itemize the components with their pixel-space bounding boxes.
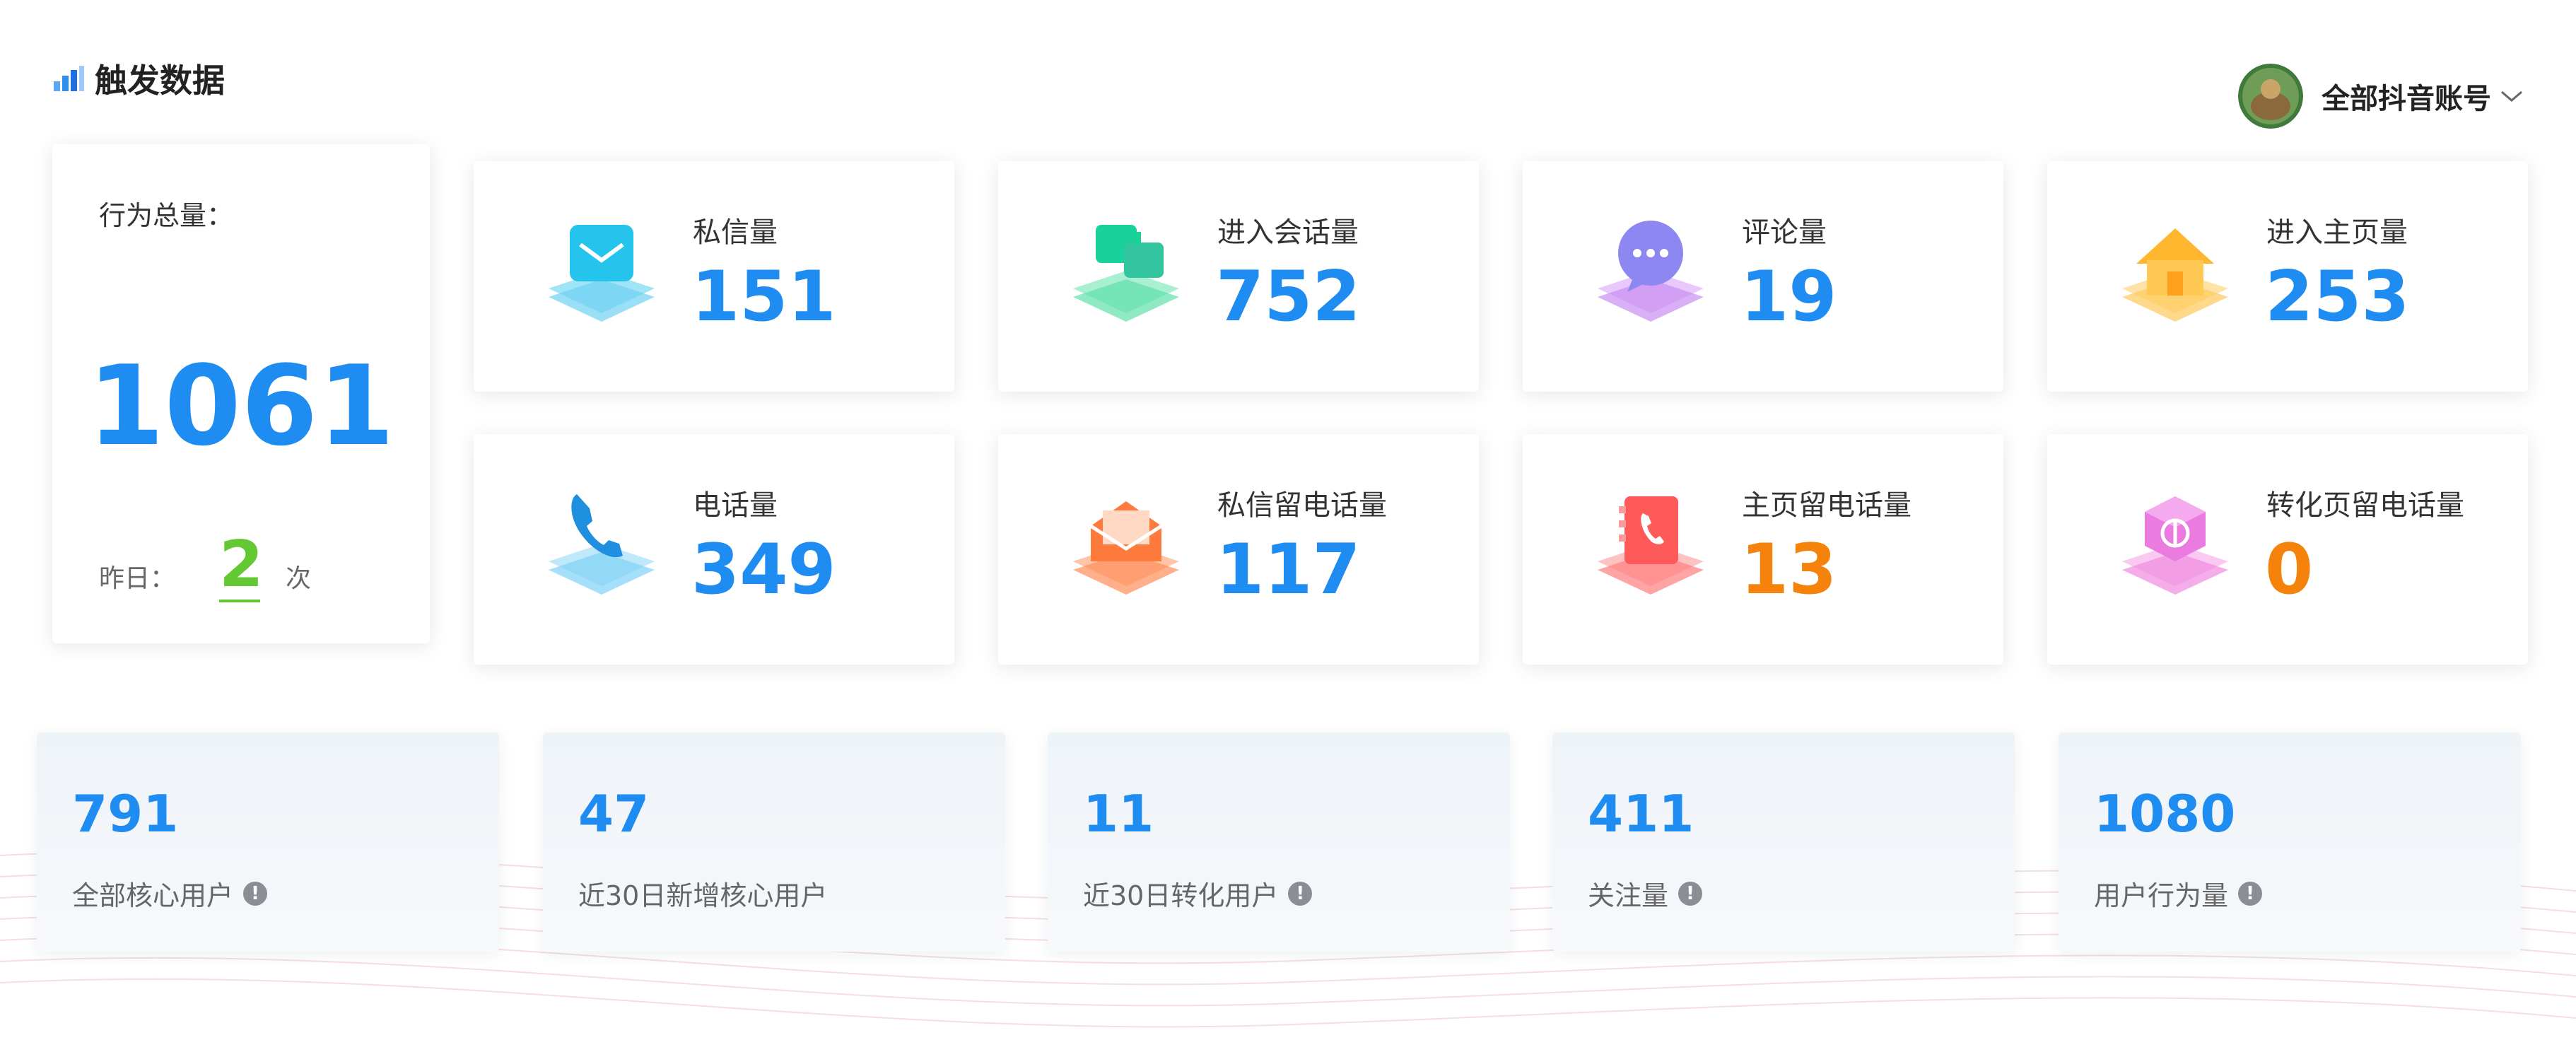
stat-label-row: 用户行为量 !	[2094, 874, 2263, 913]
stat-card-all-core-users[interactable]: 791 全部核心用户 !	[37, 732, 499, 952]
chat-bubbles-icon	[1073, 225, 1179, 322]
home-icon	[2122, 228, 2228, 322]
stat-value: 11	[1083, 784, 1154, 843]
metric-card-private-message[interactable]: 私信量 151	[474, 161, 954, 392]
total-label: 行为总量：	[99, 200, 234, 231]
mail-open-icon	[1073, 501, 1179, 595]
info-icon[interactable]: !	[1288, 881, 1313, 906]
message-icon	[549, 225, 655, 322]
metric-value: 752	[1216, 257, 1361, 337]
comment-icon	[1598, 221, 1704, 322]
account-name: 全部抖音账号	[2322, 83, 2491, 115]
stat-card-user-behaviors[interactable]: 1080 用户行为量 !	[2059, 732, 2521, 952]
stat-value: 791	[72, 784, 179, 843]
stat-label-row: 全部核心用户 !	[72, 874, 268, 913]
stat-label-row: 近30日新增核心用户	[578, 874, 827, 913]
bar-chart-icon	[54, 66, 84, 91]
stat-card-new-core-users[interactable]: 47 近30日新增核心用户	[543, 732, 1005, 952]
chevron-down-icon	[2501, 90, 2522, 102]
stat-value: 47	[578, 784, 650, 843]
metric-card-homepage-leave-phone[interactable]: 主页留电话量 13	[1523, 434, 2003, 665]
yesterday-underline	[219, 600, 260, 602]
metric-value: 151	[691, 257, 836, 337]
section-header: 触发数据	[52, 55, 225, 102]
stat-label-row: 近30日转化用户 !	[1083, 874, 1313, 913]
total-behavior-card: 行为总量： 1061 昨日： 2 次	[52, 144, 430, 643]
info-icon[interactable]: !	[1678, 881, 1703, 906]
metric-value: 349	[691, 530, 836, 610]
metric-label: 进入主页量	[2266, 216, 2408, 249]
yesterday-value: 2	[219, 527, 264, 602]
stat-label: 用户行为量	[2094, 880, 2229, 911]
metric-label: 进入会话量	[1217, 216, 1359, 249]
yesterday-unit: 次	[286, 564, 312, 593]
phone-book-icon	[1598, 496, 1704, 595]
metric-label: 私信留电话量	[1217, 489, 1387, 522]
total-value: 1061	[87, 341, 395, 470]
stat-card-follows[interactable]: 411 关注量 !	[1552, 732, 2015, 952]
stat-value: 411	[1588, 784, 1694, 843]
account-selector[interactable]: 全部抖音账号	[2238, 64, 2524, 129]
stat-value: 1080	[2094, 784, 2236, 843]
stat-label: 近30日转化用户	[1083, 880, 1279, 911]
metric-value: 0	[2265, 530, 2314, 610]
metric-card-enter-homepage[interactable]: 进入主页量 253	[2047, 161, 2528, 392]
metric-card-comments[interactable]: 评论量 19	[1523, 161, 2003, 392]
metric-card-enter-session[interactable]: 进入会话量 752	[998, 161, 1479, 392]
metric-card-conversion-leave-phone[interactable]: 转化页留电话量 0	[2047, 434, 2528, 665]
metric-label: 评论量	[1742, 216, 1827, 249]
phone-icon	[549, 494, 655, 595]
stat-label: 近30日新增核心用户	[578, 880, 828, 911]
yesterday-label: 昨日：	[99, 564, 176, 593]
metric-value: 117	[1216, 530, 1361, 610]
metric-label: 转化页留电话量	[2266, 489, 2464, 522]
conversion-cube-icon	[2122, 496, 2228, 595]
stat-label-row: 关注量 !	[1588, 874, 1703, 913]
info-icon[interactable]: !	[243, 881, 268, 906]
metric-card-phone[interactable]: 电话量 349	[474, 434, 954, 665]
stat-card-converted-users[interactable]: 11 近30日转化用户 !	[1048, 732, 1510, 952]
info-icon[interactable]: !	[2238, 881, 2263, 906]
metric-value: 253	[2265, 257, 2410, 337]
metric-label: 私信量	[693, 216, 778, 249]
stat-label: 全部核心用户	[72, 880, 234, 911]
avatar	[2238, 64, 2303, 129]
metric-value: 19	[1740, 257, 1837, 337]
metric-value: 13	[1740, 530, 1837, 610]
metric-label: 主页留电话量	[1742, 489, 1911, 522]
section-title: 触发数据	[95, 62, 225, 100]
stat-label: 关注量	[1588, 880, 1669, 911]
metric-card-pm-leave-phone[interactable]: 私信留电话量 117	[998, 434, 1479, 665]
metric-label: 电话量	[693, 489, 778, 522]
